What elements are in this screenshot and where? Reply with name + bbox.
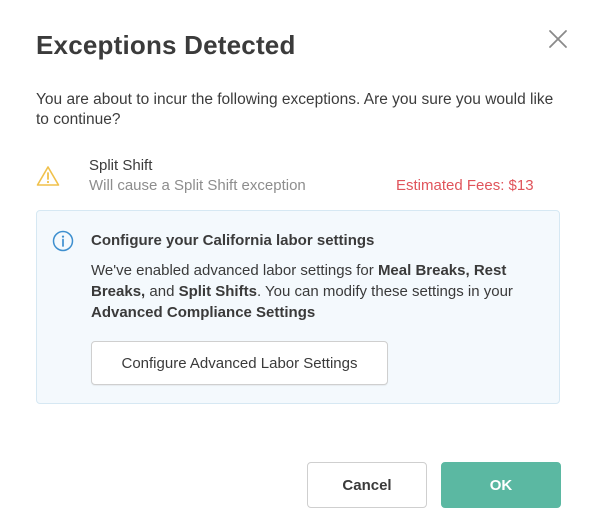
intro-text: You are about to incur the following exc… [36, 91, 554, 128]
info-text-part: We've enabled advanced labor settings fo… [91, 262, 378, 279]
info-text: We've enabled advanced labor settings fo… [91, 260, 553, 323]
labor-settings-info-box: Configure your California labor settings… [36, 210, 560, 404]
info-text-bold: Split Shifts [178, 283, 257, 300]
info-text-part: . You can modify these settings in your [256, 283, 513, 300]
exception-description: Will cause a Split Shift exception [89, 177, 306, 194]
advanced-compliance-settings-text: Advanced Compliance Settings [91, 304, 316, 321]
exceptions-dialog: Exceptions Detected You are about to inc… [0, 0, 600, 522]
ok-button[interactable]: OK [441, 462, 561, 508]
dialog-title: Exceptions Detected [36, 30, 296, 60]
info-icon [52, 230, 74, 252]
close-icon[interactable] [545, 26, 571, 52]
exception-name: Split Shift [89, 157, 153, 174]
info-title: Configure your California labor settings [91, 232, 375, 249]
info-text-part: and [145, 283, 179, 300]
estimated-fees: Estimated Fees: $13 [396, 177, 534, 194]
configure-advanced-labor-settings-button[interactable]: Configure Advanced Labor Settings [91, 341, 388, 385]
cancel-button[interactable]: Cancel [307, 462, 427, 508]
warning-triangle-icon [36, 165, 60, 187]
